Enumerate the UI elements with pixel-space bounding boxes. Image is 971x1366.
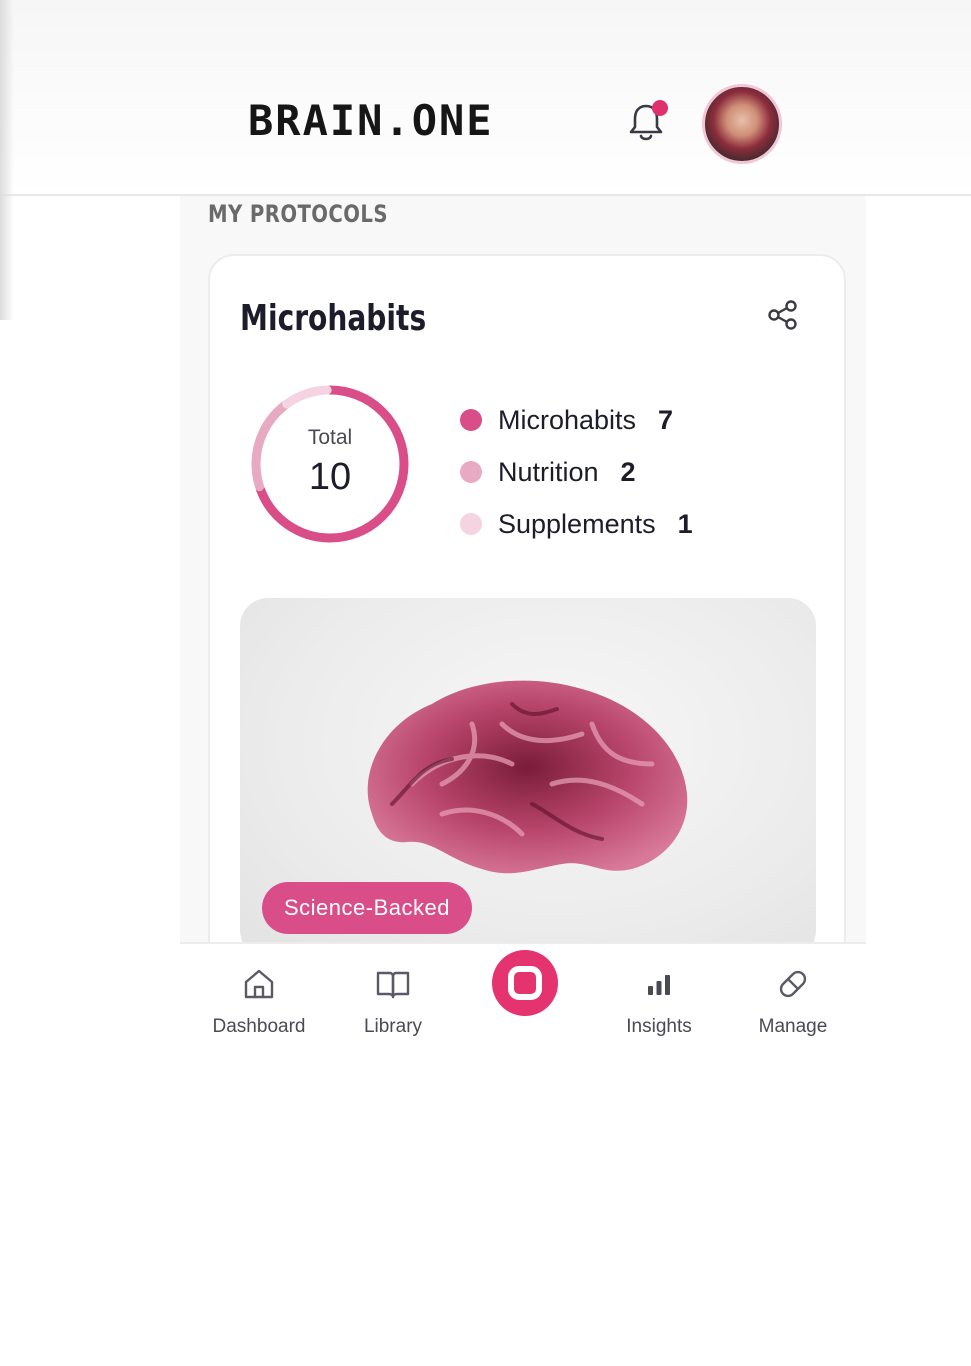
app-header: BRAIN.ONE — [180, 70, 866, 180]
legend-dot — [460, 513, 482, 535]
nav-item-library[interactable]: Library — [328, 966, 458, 1038]
book-icon — [376, 971, 410, 999]
pill-icon — [779, 970, 807, 998]
avatar[interactable] — [702, 84, 782, 164]
bottom-nav: Dashboard Library Insights Manage — [180, 942, 866, 1068]
legend-item: Supplements 1 — [460, 498, 693, 550]
nav-label: Manage — [758, 1016, 828, 1037]
legend-label: Supplements — [498, 508, 656, 539]
science-backed-badge: Science-Backed — [262, 882, 472, 934]
nav-label: Insights — [626, 1016, 692, 1037]
legend-dot — [460, 461, 482, 483]
record-icon — [508, 966, 542, 1000]
card-title: Microhabits — [240, 298, 427, 339]
section-title: MY PROTOCOLS — [208, 200, 388, 228]
nav-item-insights[interactable]: Insights — [594, 966, 724, 1038]
legend: Microhabits 7 Nutrition 2 Supplements 1 — [460, 394, 693, 550]
brain-illustration — [367, 680, 688, 874]
share-icon[interactable] — [766, 298, 800, 332]
bar-chart-icon — [648, 975, 670, 995]
legend-item: Microhabits 7 — [460, 394, 693, 446]
home-icon — [244, 969, 274, 999]
legend-item: Nutrition 2 — [460, 446, 693, 498]
nav-label: Dashboard — [212, 1016, 306, 1037]
legend-label: Nutrition — [498, 456, 599, 487]
nav-item-manage[interactable]: Manage — [728, 966, 858, 1038]
protocol-card[interactable]: Microhabits Total 10 Microhabits 7 Nutri… — [208, 254, 846, 974]
legend-dot — [460, 409, 482, 431]
nav-item-dashboard[interactable]: Dashboard — [194, 966, 324, 1038]
legend-count: 7 — [658, 404, 674, 435]
legend-label: Microhabits — [498, 404, 637, 435]
left-shadow — [0, 0, 14, 320]
donut-label: Total — [307, 426, 353, 449]
record-button[interactable] — [492, 950, 558, 1016]
protocols-panel: MY PROTOCOLS Microhabits Total 10 Microh… — [180, 196, 866, 974]
legend-count: 2 — [620, 456, 636, 487]
hero-image[interactable]: Science-Backed — [240, 598, 816, 958]
notification-badge — [652, 100, 668, 116]
legend-count: 1 — [677, 508, 693, 539]
donut-value: 10 — [308, 456, 352, 498]
nav-label: Library — [363, 1016, 423, 1037]
brand-logo: BRAIN.ONE — [248, 96, 494, 145]
